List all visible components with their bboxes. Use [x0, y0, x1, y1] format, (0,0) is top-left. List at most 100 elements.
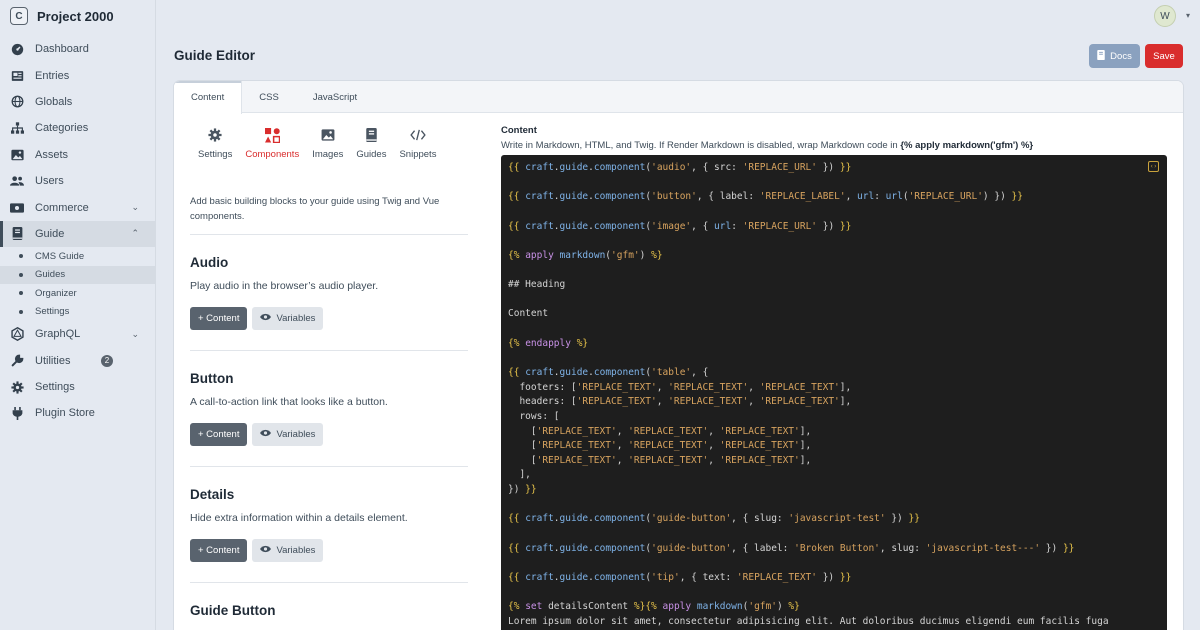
chevron-down-icon[interactable]: ⌄	[131, 329, 139, 340]
code-line[interactable]: footers: ['REPLACE_TEXT', 'REPLACE_TEXT'…	[508, 381, 1160, 396]
code-line[interactable]	[508, 498, 1160, 513]
sidebar-item-assets[interactable]: Assets	[0, 142, 155, 168]
tool-guides[interactable]: Guides	[356, 127, 386, 160]
sidebar-item-categories[interactable]: Categories	[0, 115, 155, 141]
code-line[interactable]: rows: [	[508, 410, 1160, 425]
insert-content-button[interactable]: + Content	[190, 423, 248, 446]
sidebar-item-label: Plugin Store	[35, 407, 95, 420]
image-icon	[10, 148, 24, 162]
eye-icon	[260, 429, 272, 440]
sidebar-item-label: Commerce	[35, 201, 89, 214]
sidebar-subitem-guides[interactable]: Guides	[0, 265, 155, 285]
code-line[interactable]	[508, 263, 1160, 278]
image-icon	[321, 127, 335, 143]
sidebar-item-label: Entries	[35, 69, 70, 82]
code-line[interactable]	[508, 322, 1160, 337]
brand[interactable]: C Project 2000	[0, 0, 155, 32]
code-line[interactable]: }) }}	[508, 483, 1160, 498]
code-line[interactable]: {{ craft.guide.component('button', { lab…	[508, 190, 1160, 205]
tool-label: Components	[245, 149, 300, 160]
code-line[interactable]	[508, 586, 1160, 601]
utilities-badge: 2	[101, 354, 113, 367]
hint-text: Write in Markdown, HTML, and Twig. If Re…	[501, 140, 901, 151]
docs-button[interactable]: Docs	[1089, 44, 1140, 68]
expand-icon[interactable]: ‹›	[1148, 161, 1159, 172]
code-line[interactable]: {% endapply %}	[508, 337, 1160, 352]
tab-javascript[interactable]: JavaScript	[296, 81, 374, 113]
docs-button-label: Docs	[1110, 50, 1132, 62]
insert-content-button[interactable]: + Content	[190, 539, 248, 562]
tab-content[interactable]: Content	[174, 81, 243, 114]
tool-images[interactable]: Images	[312, 127, 343, 160]
chevron-down-icon[interactable]: ⌄	[131, 202, 139, 213]
code-line[interactable]	[508, 527, 1160, 542]
component-description: A call-to-action link that looks like a …	[190, 396, 388, 408]
bullet-icon	[19, 291, 23, 296]
code-line[interactable]: {{ craft.guide.component('audio', { src:…	[508, 161, 1160, 176]
sidebar-item-label: Categories	[35, 122, 89, 135]
insert-content-button[interactable]: + Content	[190, 307, 248, 330]
sidebar-item-plugin-store[interactable]: Plugin Store	[0, 400, 155, 426]
code-line[interactable]: {% apply markdown('gfm') %}	[508, 249, 1160, 264]
sidebar-item-commerce[interactable]: Commerce ⌄	[0, 194, 155, 220]
chevron-up-icon[interactable]: ⌃	[131, 228, 139, 239]
tab-bar: Content CSS JavaScript	[174, 81, 1183, 114]
component-title: Button	[190, 371, 234, 386]
sidebar-item-globals[interactable]: Globals	[0, 89, 155, 115]
component-button: Button A call-to-action link that looks …	[190, 351, 468, 467]
sidebar-item-dashboard[interactable]: Dashboard	[0, 36, 155, 62]
globe-icon	[10, 95, 24, 109]
code-line[interactable]: ],	[508, 468, 1160, 483]
tool-label: Images	[312, 149, 344, 160]
sidebar-item-label: Assets	[35, 148, 69, 161]
code-line[interactable]	[508, 176, 1160, 191]
sidebar-subitem-settings[interactable]: Settings	[0, 303, 155, 322]
component-guide-button: Guide Button	[190, 583, 468, 630]
sidebar-subitem-cms-guide[interactable]: CMS Guide	[0, 247, 155, 266]
sidebar-item-utilities[interactable]: Utilities 2	[0, 348, 155, 374]
variables-label: Variables	[276, 313, 316, 324]
code-line[interactable]: ['REPLACE_TEXT', 'REPLACE_TEXT', 'REPLAC…	[508, 454, 1160, 469]
sidebar-item-users[interactable]: Users	[0, 168, 155, 194]
user-avatar[interactable]: W	[1154, 5, 1176, 27]
code-line[interactable]: {{ craft.guide.component('guide-button',…	[508, 542, 1160, 557]
code-editor[interactable]: ‹› {{ craft.guide.component('audio', { s…	[501, 155, 1167, 630]
editor-card: Content CSS JavaScript Settings Componen…	[174, 81, 1183, 630]
code-line[interactable]: Lorem ipsum dolor sit amet, consectetur …	[508, 615, 1160, 630]
code-line[interactable]	[508, 234, 1160, 249]
code-line[interactable]: headers: ['REPLACE_TEXT', 'REPLACE_TEXT'…	[508, 395, 1160, 410]
code-line[interactable]	[508, 351, 1160, 366]
save-button[interactable]: Save	[1145, 44, 1183, 68]
variables-button[interactable]: Variables	[252, 307, 324, 330]
code-line[interactable]: {{ craft.guide.component('table', {	[508, 366, 1160, 381]
sidebar-item-guide[interactable]: Guide ⌃	[0, 220, 155, 248]
tool-settings[interactable]: Settings	[198, 127, 232, 160]
code-line[interactable]: {% set detailsContent %}{% apply markdow…	[508, 600, 1160, 615]
code-line[interactable]	[508, 556, 1160, 571]
code-line[interactable]: ['REPLACE_TEXT', 'REPLACE_TEXT', 'REPLAC…	[508, 439, 1160, 454]
sidebar-subitem-label: Settings	[35, 306, 70, 318]
tool-snippets[interactable]: Snippets	[399, 127, 436, 160]
tab-css[interactable]: CSS	[242, 81, 296, 113]
site-name: Project 2000	[37, 8, 114, 24]
code-line[interactable]: {{ craft.guide.component('image', { url:…	[508, 220, 1160, 235]
sidebar-subitem-organizer[interactable]: Organizer	[0, 284, 155, 303]
chevron-down-icon[interactable]: ▾	[1186, 11, 1190, 20]
sidebar-item-settings[interactable]: Settings	[0, 374, 155, 400]
tool-label: Settings	[198, 149, 233, 160]
code-line[interactable]: ## Heading	[508, 278, 1160, 293]
variables-button[interactable]: Variables	[252, 539, 324, 562]
code-line[interactable]: {{ craft.guide.component('guide-button',…	[508, 512, 1160, 527]
hint-code: {% apply markdown('gfm') %}	[900, 140, 1034, 151]
variables-button[interactable]: Variables	[252, 423, 324, 446]
tool-components[interactable]: Components	[245, 127, 299, 160]
code-line[interactable]: Content	[508, 307, 1160, 322]
component-title: Details	[190, 487, 235, 502]
sidebar-item-entries[interactable]: Entries	[0, 62, 155, 88]
code-line[interactable]	[508, 293, 1160, 308]
code-line[interactable]: {{ craft.guide.component('tip', { text: …	[508, 571, 1160, 586]
code-line[interactable]: ['REPLACE_TEXT', 'REPLACE_TEXT', 'REPLAC…	[508, 425, 1160, 440]
code-line[interactable]	[508, 205, 1160, 220]
sidebar-item-graphql[interactable]: GraphQL ⌄	[0, 321, 155, 347]
eye-icon	[260, 545, 272, 556]
